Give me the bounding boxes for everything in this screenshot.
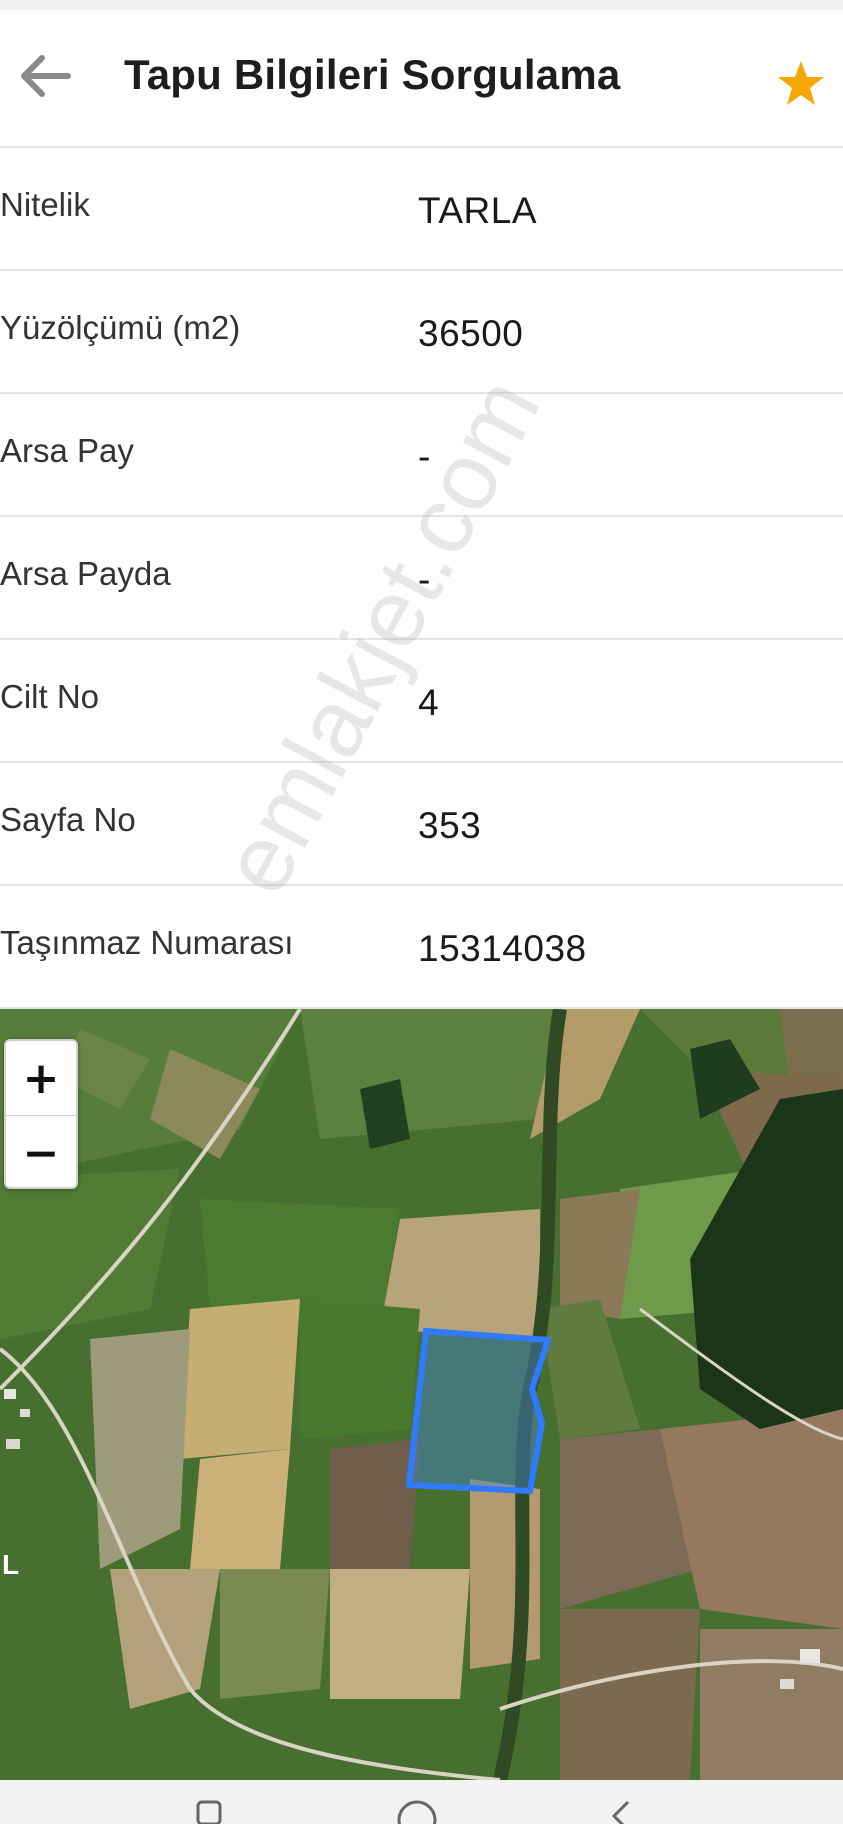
parcel-outline[interactable] xyxy=(405,1327,553,1495)
field-label: Taşınmaz Numarası xyxy=(0,924,294,961)
field-label: Arsa Payda xyxy=(0,555,171,592)
zoom-out-button[interactable]: − xyxy=(6,1116,76,1190)
info-row-yuzolcumu: Yüzölçümü (m2) 36500 xyxy=(0,271,843,394)
deed-info-table: Nitelik TARLA Yüzölçümü (m2) 36500 Arsa … xyxy=(0,148,843,1009)
field-label: Nitelik xyxy=(0,186,90,223)
zoom-control: + − xyxy=(4,1039,78,1189)
map-edge-label: L xyxy=(2,1549,19,1580)
info-row-sayfa-no: Sayfa No 353 xyxy=(0,763,843,886)
page-title: Tapu Bilgileri Sorgulama xyxy=(124,51,621,98)
field-value: 353 xyxy=(418,805,482,846)
satellite-imagery: L xyxy=(0,1009,843,1780)
app-header: Tapu Bilgileri Sorgulama xyxy=(0,10,843,148)
field-label: Sayfa No xyxy=(0,801,136,838)
field-value: 15314038 xyxy=(418,928,587,969)
favorite-button[interactable] xyxy=(771,54,831,112)
back-arrow-icon xyxy=(21,55,71,97)
recent-apps-button[interactable] xyxy=(190,1796,250,1824)
recent-apps-icon xyxy=(196,1800,222,1824)
info-row-tasinmaz-numarasi: Taşınmaz Numarası 15314038 xyxy=(0,886,843,1009)
back-icon xyxy=(611,1800,630,1824)
field-label: Arsa Pay xyxy=(0,432,134,469)
field-label: Cilt No xyxy=(0,678,100,715)
system-back-button[interactable] xyxy=(600,1796,660,1824)
back-button[interactable] xyxy=(10,46,78,106)
info-row-nitelik: Nitelik TARLA xyxy=(0,148,843,271)
field-value: 4 xyxy=(418,682,440,723)
info-row-arsa-payda: Arsa Payda - xyxy=(0,517,843,640)
status-strip xyxy=(0,0,843,10)
system-navigation-bar xyxy=(0,1780,843,1824)
field-value: TARLA xyxy=(418,190,538,231)
field-value: 36500 xyxy=(418,313,524,354)
star-icon xyxy=(778,61,824,105)
info-row-cilt-no: Cilt No 4 xyxy=(0,640,843,763)
field-value: - xyxy=(418,559,431,600)
home-button[interactable] xyxy=(392,1796,452,1824)
field-value: - xyxy=(418,436,431,477)
satellite-map[interactable]: L xyxy=(0,1009,843,1780)
field-label: Yüzölçümü (m2) xyxy=(0,309,241,346)
zoom-in-button[interactable]: + xyxy=(6,1041,76,1115)
home-icon xyxy=(397,1800,437,1824)
info-row-arsa-pay: Arsa Pay - xyxy=(0,394,843,517)
